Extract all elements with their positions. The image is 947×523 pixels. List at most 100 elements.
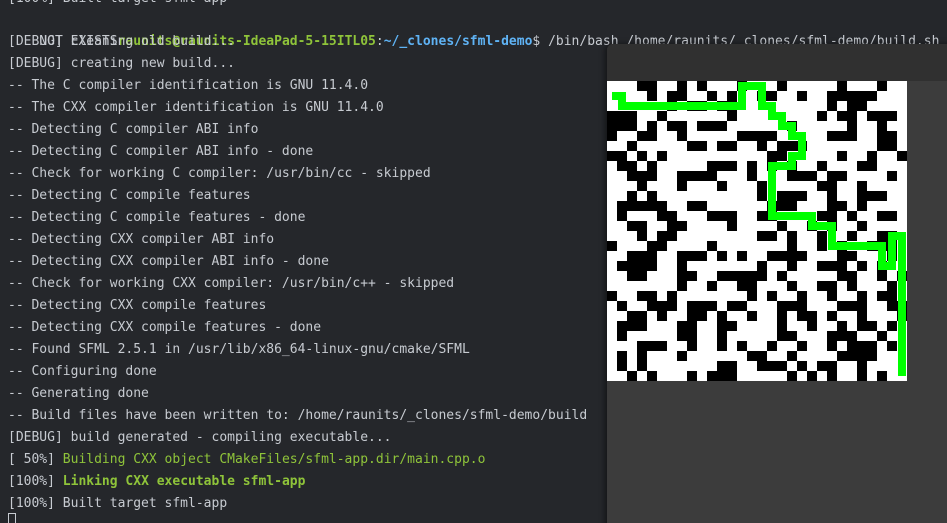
sfml-app-window[interactable] [607, 44, 947, 523]
maze-wall-cell [687, 371, 697, 381]
maze-wall-cell [827, 291, 837, 301]
maze-wall-cell [757, 261, 767, 271]
line-text: -- Detecting C compiler ABI info [8, 122, 259, 137]
maze-wall-cell [787, 331, 797, 341]
terminal-line: -- Detecting CXX compile features - done [8, 317, 321, 339]
maze-wall-cell [737, 271, 747, 281]
maze-wall-cell [707, 371, 717, 381]
maze-wall-cell [627, 171, 637, 181]
line-text: -- Build files have been written to: /ho… [8, 408, 588, 423]
maze-wall-cell [887, 111, 897, 121]
maze-wall-cell [657, 341, 667, 351]
maze-wall-cell [777, 251, 787, 261]
maze-wall-cell [717, 161, 727, 171]
terminal-line: -- Detecting CXX compiler ABI info [8, 229, 274, 251]
maze-wall-cell [617, 301, 627, 311]
maze-wall-cell [647, 81, 657, 91]
window-titlebar[interactable] [607, 44, 947, 81]
maze-wall-cell [887, 171, 897, 181]
maze-wall-cell [627, 311, 637, 321]
maze-wall-cell [827, 131, 837, 141]
maze-wall-cell [857, 321, 867, 331]
maze-wall-cell [747, 161, 757, 171]
maze-wall-cell [817, 361, 827, 371]
maze-wall-cell [657, 151, 667, 161]
maze-wall-cell [677, 261, 687, 271]
maze-wall-cell [857, 341, 867, 351]
maze-wall-cell [667, 121, 677, 131]
maze-wall-cell [627, 321, 637, 331]
maze-wall-cell [847, 351, 857, 361]
line-text: Building CXX object CMakeFiles/sfml-app.… [62, 452, 486, 467]
terminal[interactable]: [100%] Built target sfml-app NOT EXISTSr… [0, 0, 947, 523]
maze-wall-cell [887, 301, 897, 311]
maze-wall-cell [647, 91, 657, 101]
maze-canvas [607, 81, 907, 381]
maze-wall-cell [867, 191, 877, 201]
maze-wall-cell [687, 171, 697, 181]
maze-wall-cell [837, 201, 847, 211]
maze-wall-cell [687, 341, 697, 351]
maze-wall-cell [747, 281, 757, 291]
line-text: -- Detecting C compiler ABI info - done [8, 144, 314, 159]
maze-wall-cell [717, 341, 727, 351]
maze-wall-cell [887, 211, 897, 221]
maze-wall-cell [707, 171, 717, 181]
maze-wall-cell [837, 261, 847, 271]
maze-wall-cell [797, 361, 807, 371]
maze-wall-cell [787, 281, 797, 291]
maze-wall-cell [877, 291, 887, 301]
maze-wall-cell [857, 351, 867, 361]
maze-wall-cell [637, 201, 647, 211]
terminal-line: [DEBUG] cleaning old build... [8, 31, 235, 53]
maze-wall-cell [837, 271, 847, 281]
maze-wall-cell [787, 261, 797, 271]
maze-wall-cell [637, 341, 647, 351]
maze-wall-cell [767, 151, 777, 161]
maze-wall-cell [877, 331, 887, 341]
maze-wall-cell [887, 291, 897, 301]
maze-wall-cell [827, 341, 837, 351]
maze-wall-cell [667, 231, 677, 241]
maze-wall-cell [757, 351, 767, 361]
maze-wall-cell [777, 221, 787, 231]
maze-wall-cell [857, 291, 867, 301]
maze-wall-cell [737, 131, 747, 141]
line-text: [DEBUG] creating new build... [8, 56, 235, 71]
maze-wall-cell [607, 111, 617, 121]
line-text: [DEBUG] build generated - compiling exec… [8, 430, 392, 445]
maze-wall-cell [637, 221, 647, 231]
maze-wall-cell [647, 341, 657, 351]
line-text: -- Configuring done [8, 364, 157, 379]
maze-wall-cell [887, 131, 897, 141]
maze-wall-cell [737, 301, 747, 311]
maze-wall-cell [637, 311, 647, 321]
maze-wall-cell [757, 191, 767, 201]
maze-wall-cell [787, 251, 797, 261]
maze-wall-cell [827, 191, 837, 201]
terminal-line: -- Detecting C compile features [8, 185, 251, 207]
maze-wall-cell [757, 181, 767, 191]
terminal-line: [DEBUG] creating new build... [8, 53, 235, 75]
maze-wall-cell [847, 251, 857, 261]
maze-wall-cell [707, 281, 717, 291]
line-text: -- Detecting CXX compile features [8, 298, 267, 313]
maze-wall-cell [877, 191, 887, 201]
maze-wall-cell [627, 271, 637, 281]
maze-wall-cell [817, 211, 827, 221]
maze-wall-cell [787, 141, 797, 151]
maze-wall-cell [717, 371, 727, 381]
maze-wall-cell [727, 111, 737, 121]
maze-wall-cell [637, 291, 647, 301]
maze-wall-cell [617, 361, 627, 371]
maze-wall-cell [717, 251, 727, 261]
maze-wall-cell [877, 271, 887, 281]
maze-wall-cell [757, 231, 767, 241]
line-text: -- Detecting CXX compile features - done [8, 320, 322, 335]
maze-wall-cell [637, 271, 647, 281]
terminal-line: [ 50%] Building CXX object CMakeFiles/sf… [8, 449, 485, 471]
line-text: -- The C compiler identification is GNU … [8, 78, 369, 93]
terminal-line: [100%] Linking CXX executable sfml-app [8, 471, 305, 493]
shell-prompt-line: NOT EXISTSraunits@raunits-IdeaPad-5-15IT… [8, 9, 939, 49]
maze-wall-cell [727, 371, 737, 381]
